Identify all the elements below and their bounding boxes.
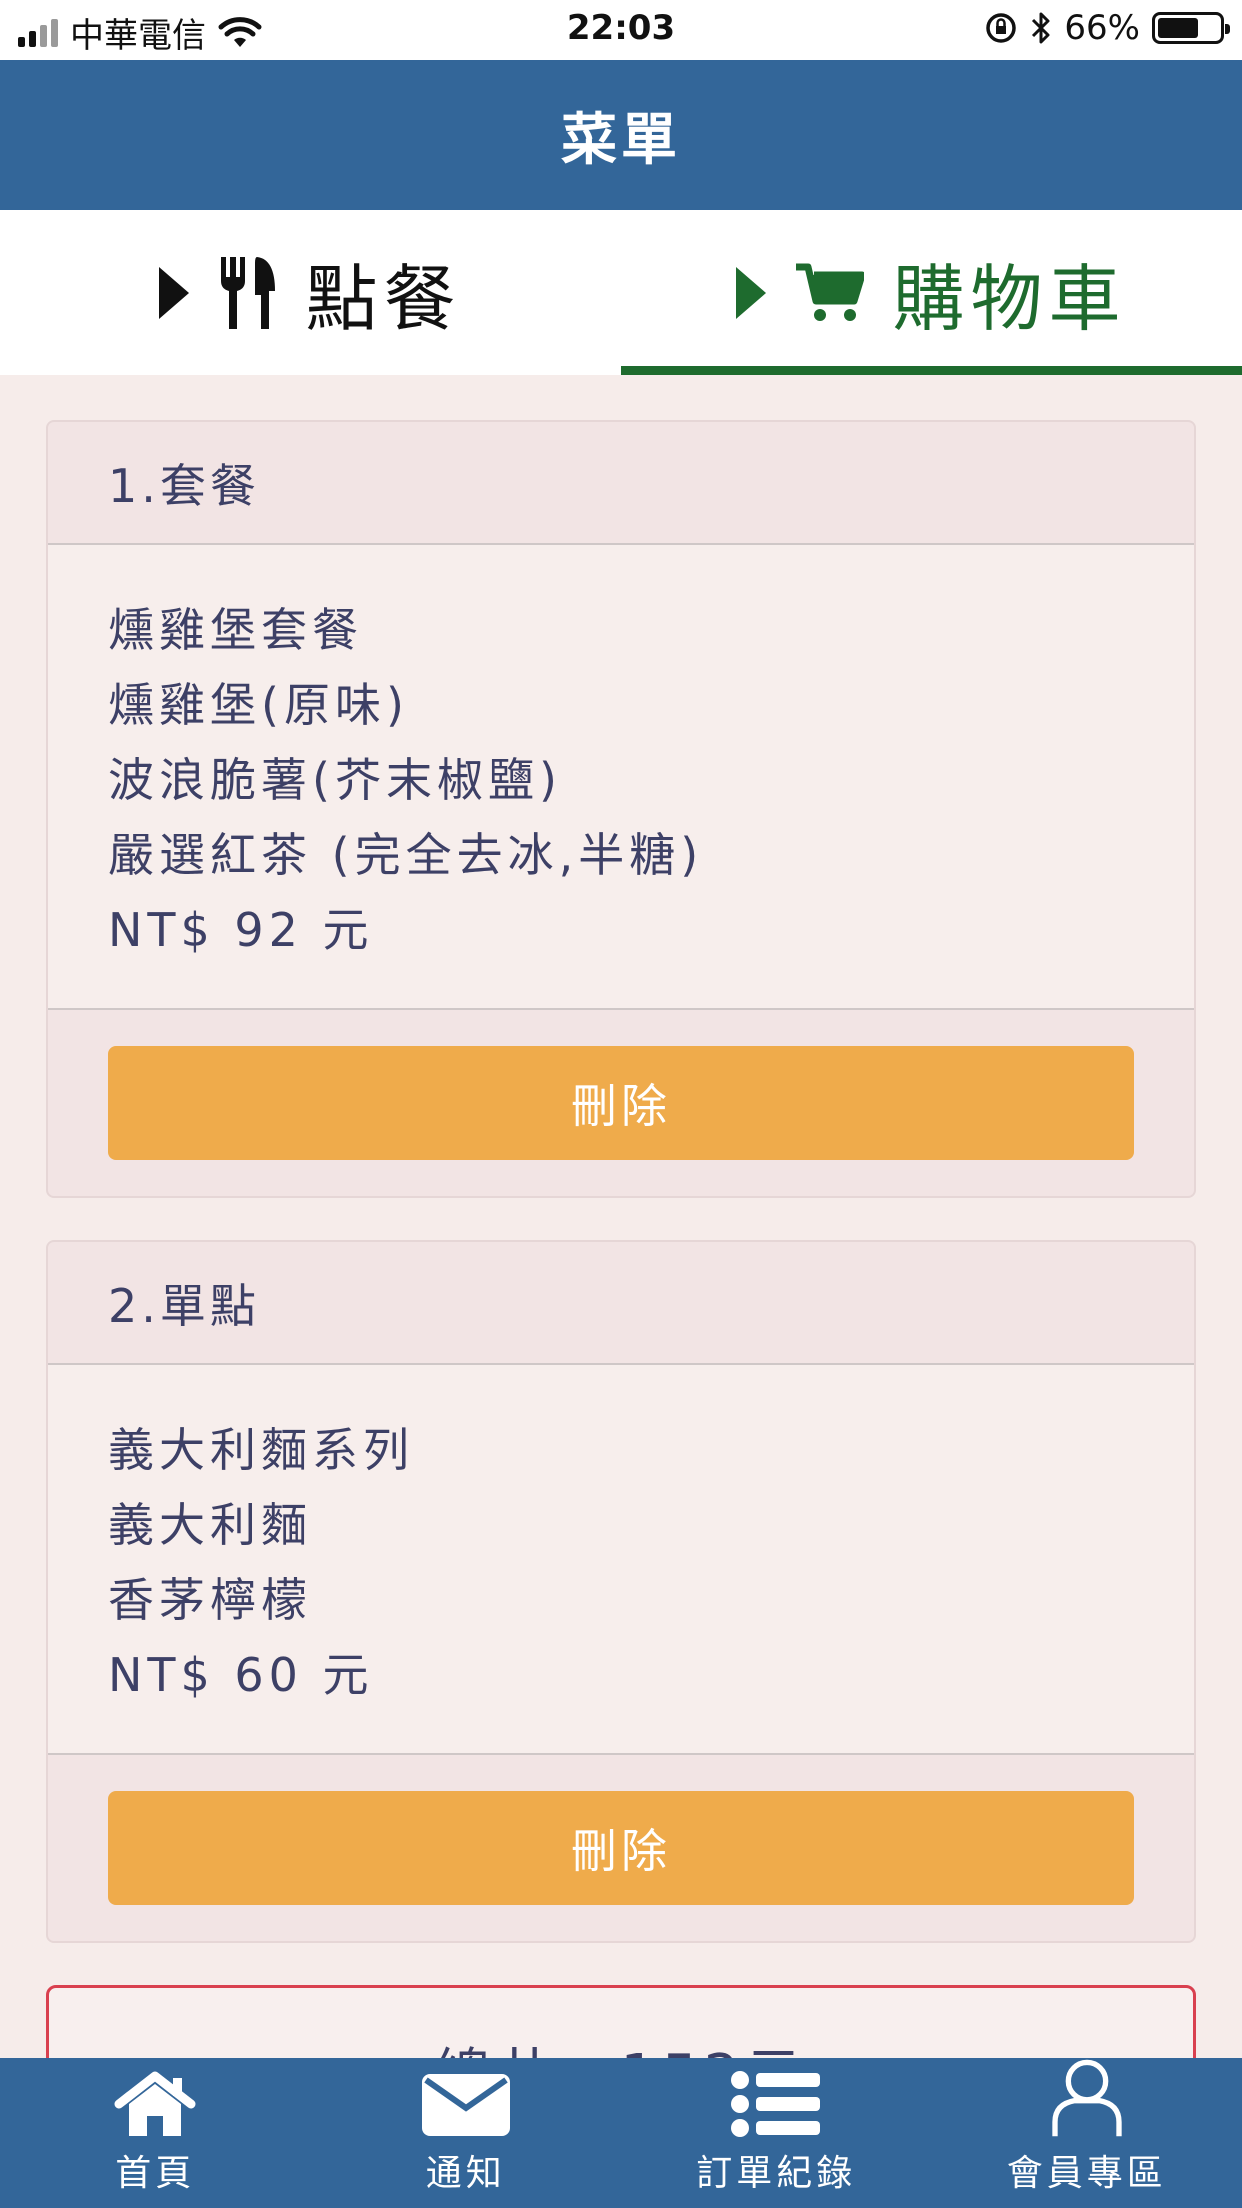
status-bar: 中華電信 22:03 66% bbox=[0, 0, 1242, 60]
cart-item-card: 1.套餐 燻雞堡套餐 燻雞堡(原味) 波浪脆薯(芥末椒鹽) 嚴選紅茶 (完全去冰… bbox=[46, 420, 1196, 1198]
home-icon bbox=[114, 2071, 196, 2136]
fork-knife-icon bbox=[221, 256, 276, 329]
cart-item-actions: 刪除 bbox=[48, 1010, 1194, 1196]
mail-icon bbox=[421, 2074, 510, 2136]
item-line: 香茅檸檬 bbox=[108, 1573, 312, 1627]
delete-button[interactable]: 刪除 bbox=[108, 1046, 1134, 1160]
nav-orders[interactable]: 訂單紀錄 bbox=[621, 2058, 932, 2208]
user-icon bbox=[1052, 2059, 1122, 2137]
rotation-lock-icon bbox=[986, 13, 1017, 43]
delete-button[interactable]: 刪除 bbox=[108, 1791, 1134, 1905]
tab-bar: 點餐 購物車 bbox=[0, 210, 1242, 375]
item-line: 義大利麵系列 bbox=[108, 1423, 414, 1477]
nav-notifications[interactable]: 通知 bbox=[311, 2058, 622, 2208]
item-line: 嚴選紅茶 (完全去冰,半糖) bbox=[108, 828, 704, 882]
cart-icon bbox=[796, 263, 865, 321]
battery-percent: 66% bbox=[1064, 8, 1140, 48]
cart-item-card: 2.單點 義大利麵系列 義大利麵 香茅檸檬 NT$ 60 元 刪除 bbox=[46, 1240, 1196, 1943]
tab-cart[interactable]: 購物車 bbox=[621, 210, 1242, 375]
play-arrow-icon bbox=[736, 266, 767, 319]
item-line: 燻雞堡套餐 bbox=[108, 603, 363, 657]
battery-icon bbox=[1152, 12, 1230, 44]
nav-notifications-label: 通知 bbox=[425, 2153, 506, 2194]
nav-home-label: 首頁 bbox=[115, 2153, 196, 2194]
status-right: 66% bbox=[984, 8, 1230, 48]
nav-home[interactable]: 首頁 bbox=[0, 2058, 311, 2208]
nav-orders-label: 訂單紀錄 bbox=[696, 2153, 857, 2194]
cart-item-title: 2.單點 bbox=[48, 1242, 1194, 1365]
cart-item-actions: 刪除 bbox=[48, 1755, 1194, 1941]
cart-item-details: 燻雞堡套餐 燻雞堡(原味) 波浪脆薯(芥末椒鹽) 嚴選紅茶 (完全去冰,半糖) … bbox=[48, 545, 1194, 1010]
tab-cart-label: 購物車 bbox=[892, 257, 1127, 341]
nav-member-label: 會員專區 bbox=[1006, 2153, 1167, 2194]
tab-order-label: 點餐 bbox=[305, 257, 462, 341]
item-line: 義大利麵 bbox=[108, 1498, 312, 1552]
tab-order[interactable]: 點餐 bbox=[0, 210, 621, 375]
item-price: NT$ 60 元 bbox=[108, 1648, 374, 1702]
item-price: NT$ 92 元 bbox=[108, 903, 374, 957]
cart-item-details: 義大利麵系列 義大利麵 香茅檸檬 NT$ 60 元 bbox=[48, 1365, 1194, 1755]
play-arrow-icon bbox=[159, 266, 190, 319]
nav-member[interactable]: 會員專區 bbox=[932, 2058, 1242, 2208]
cart-item-title: 1.套餐 bbox=[48, 422, 1194, 545]
bottom-nav: 首頁 通知 訂單紀錄 會員專區 bbox=[0, 2058, 1242, 2208]
page-title: 菜單 bbox=[0, 60, 1242, 210]
list-icon bbox=[731, 2071, 821, 2137]
item-line: 燻雞堡(原味) bbox=[108, 678, 409, 732]
item-line: 波浪脆薯(芥末椒鹽) bbox=[108, 753, 562, 807]
bluetooth-icon bbox=[1032, 12, 1050, 44]
